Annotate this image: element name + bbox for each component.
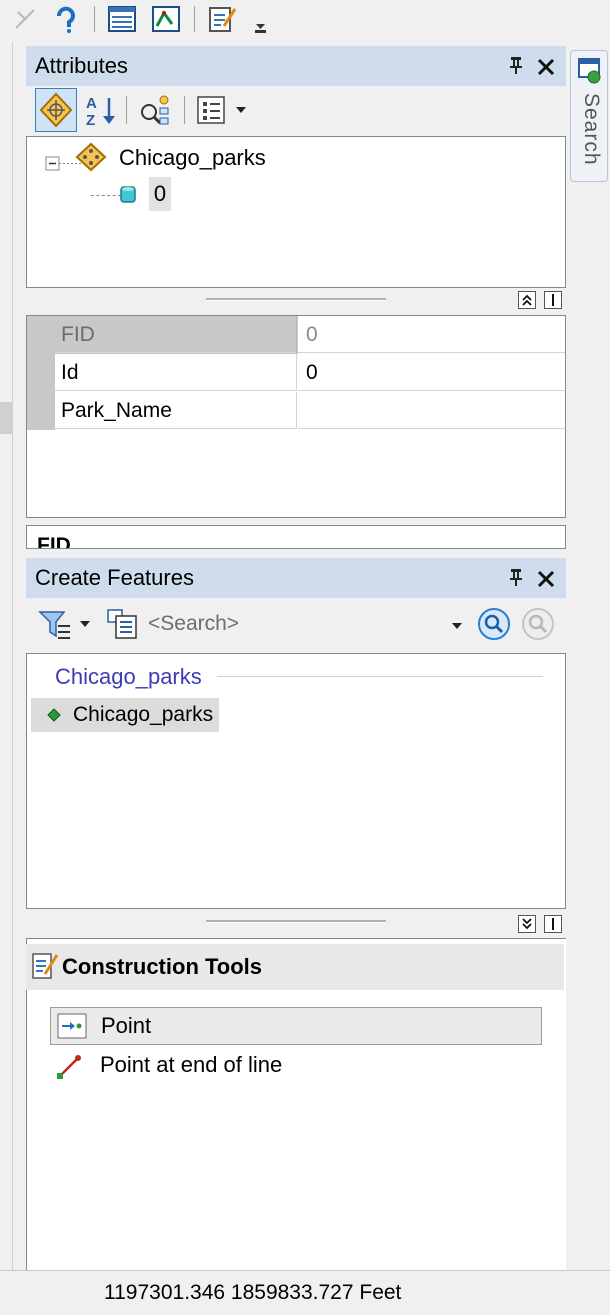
attribute-row-park-name[interactable]: Park_Name xyxy=(27,392,565,430)
attribute-row-id[interactable]: Id 0 xyxy=(27,354,565,392)
group-divider xyxy=(217,676,543,677)
field-value[interactable] xyxy=(298,392,565,429)
status-bar: 1197301.346 1859833.727 Feet xyxy=(0,1270,610,1315)
field-description: FID xyxy=(26,525,566,549)
point-tool-icon xyxy=(57,1013,87,1044)
tool-item-label: Point at end of line xyxy=(100,1052,283,1077)
search-window-icon xyxy=(577,57,603,92)
show-features-button[interactable] xyxy=(35,88,77,132)
toggle-description-icon[interactable] xyxy=(544,291,562,309)
sort-ascending-icon[interactable]: AZ xyxy=(84,92,120,129)
close-icon[interactable] xyxy=(534,558,558,598)
filter-dropdown[interactable] xyxy=(36,606,96,642)
tool-item-point[interactable]: Point xyxy=(50,1007,542,1045)
field-name: Id xyxy=(55,354,297,391)
top-toolbar xyxy=(0,0,280,42)
collapse-down-icon[interactable] xyxy=(518,915,536,933)
template-item-label: Chicago_parks xyxy=(73,703,214,726)
toolbar-overflow-icon[interactable] xyxy=(250,4,272,34)
splitter-handle[interactable] xyxy=(206,920,386,923)
pin-icon[interactable] xyxy=(504,46,528,86)
create-features-panel-title: Create Features xyxy=(35,565,194,590)
template-search-input[interactable]: <Search> xyxy=(148,604,438,644)
coordinate-readout: 1197301.346 1859833.727 Feet xyxy=(104,1281,402,1304)
expand-up-icon[interactable] xyxy=(518,291,536,309)
search-button-icon[interactable] xyxy=(476,606,512,642)
attribute-table-icon[interactable] xyxy=(106,4,138,34)
attributes-panel-header: Attributes xyxy=(26,46,566,86)
search-dock-tab[interactable]: Search xyxy=(570,50,608,182)
template-item[interactable]: Chicago_parks xyxy=(31,698,219,732)
create-features-icon[interactable] xyxy=(206,4,238,34)
construction-tools-icon xyxy=(30,950,60,989)
tree-layer-label[interactable]: Chicago_parks xyxy=(119,143,266,173)
layer-diamond-icon xyxy=(73,139,109,180)
field-description-label: FID xyxy=(37,534,71,549)
left-dock-strip xyxy=(0,42,13,1270)
feature-templates-list: Chicago_parks Chicago_parks xyxy=(26,653,566,909)
display-options-dropdown[interactable] xyxy=(194,92,254,128)
search-tab-label: Search xyxy=(580,93,603,166)
clear-search-icon xyxy=(520,606,556,642)
feature-record-icon xyxy=(119,183,139,212)
field-value: 0 xyxy=(298,316,565,353)
attributes-panel-title: Attributes xyxy=(35,53,128,78)
organize-templates-icon[interactable] xyxy=(104,606,140,642)
sketch-properties-icon[interactable] xyxy=(150,4,182,34)
template-group-label: Chicago_parks xyxy=(55,664,202,689)
edit-tool-icon[interactable] xyxy=(8,4,40,34)
point-symbol-icon xyxy=(47,708,61,727)
tool-item-label: Point xyxy=(101,1013,152,1038)
point-at-end-of-line-icon xyxy=(54,1052,84,1087)
svg-text:Z: Z xyxy=(86,112,95,128)
attribute-row-fid: FID 0 xyxy=(27,316,565,354)
field-value[interactable]: 0 xyxy=(298,354,565,391)
field-name: Park_Name xyxy=(55,392,297,429)
related-features-icon[interactable] xyxy=(136,92,172,128)
splitter-handle[interactable] xyxy=(206,298,386,301)
toggle-tools-icon[interactable] xyxy=(544,915,562,933)
feature-tree: Chicago_parks 0 xyxy=(26,136,566,288)
construction-tools-header: Construction Tools xyxy=(26,944,564,990)
search-dropdown-arrow-icon[interactable] xyxy=(446,610,470,646)
construction-tools-title: Construction Tools xyxy=(62,954,263,979)
pin-icon[interactable] xyxy=(504,558,528,598)
field-name: FID xyxy=(55,316,297,353)
help-icon[interactable] xyxy=(50,4,82,34)
attribute-grid: FID 0 Id 0 Park_Name xyxy=(26,315,566,518)
svg-text:A: A xyxy=(86,95,97,112)
tool-item-point-at-end-of-line[interactable]: Point at end of line xyxy=(50,1048,542,1084)
close-icon[interactable] xyxy=(534,46,558,86)
create-features-panel-header: Create Features xyxy=(26,558,566,598)
tree-feature-label[interactable]: 0 xyxy=(149,177,171,211)
